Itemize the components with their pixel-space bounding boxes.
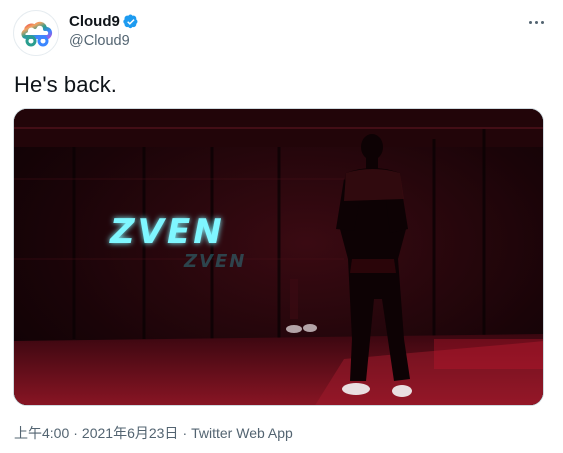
dot-icon <box>540 20 544 24</box>
author-name-row[interactable]: Cloud9 <box>69 13 139 30</box>
tweet-date[interactable]: 2021年6月23日 <box>82 423 179 443</box>
tweet-photo[interactable]: ZVEN ZVEN <box>13 108 544 406</box>
meta-separator: · <box>73 425 78 441</box>
dot-icon <box>528 20 532 24</box>
tweet-meta: 上午4:00 · 2021年6月23日 · Twitter Web App <box>14 423 293 443</box>
meta-separator: · <box>182 425 188 441</box>
neon-sign-text: ZVEN <box>109 212 225 252</box>
cloud9-logo-icon <box>15 12 58 55</box>
tweet-time[interactable]: 上午4:00 <box>14 423 69 443</box>
photo-scene: ZVEN ZVEN <box>14 109 543 405</box>
author-handle[interactable]: @Cloud9 <box>69 33 130 49</box>
tweet-source-link[interactable]: Twitter Web App <box>191 425 293 441</box>
more-options-button[interactable] <box>523 12 549 32</box>
author-display-name[interactable]: Cloud9 <box>69 13 120 30</box>
tweet-card: Cloud9 @Cloud9 He's back. ZVEN ZVEN 上午4:… <box>0 0 563 453</box>
dot-icon <box>534 20 538 24</box>
svg-text:ZVEN: ZVEN <box>183 251 246 272</box>
tweet-text: He's back. <box>14 72 118 97</box>
avatar[interactable] <box>13 10 59 56</box>
verified-badge-icon <box>123 14 139 30</box>
